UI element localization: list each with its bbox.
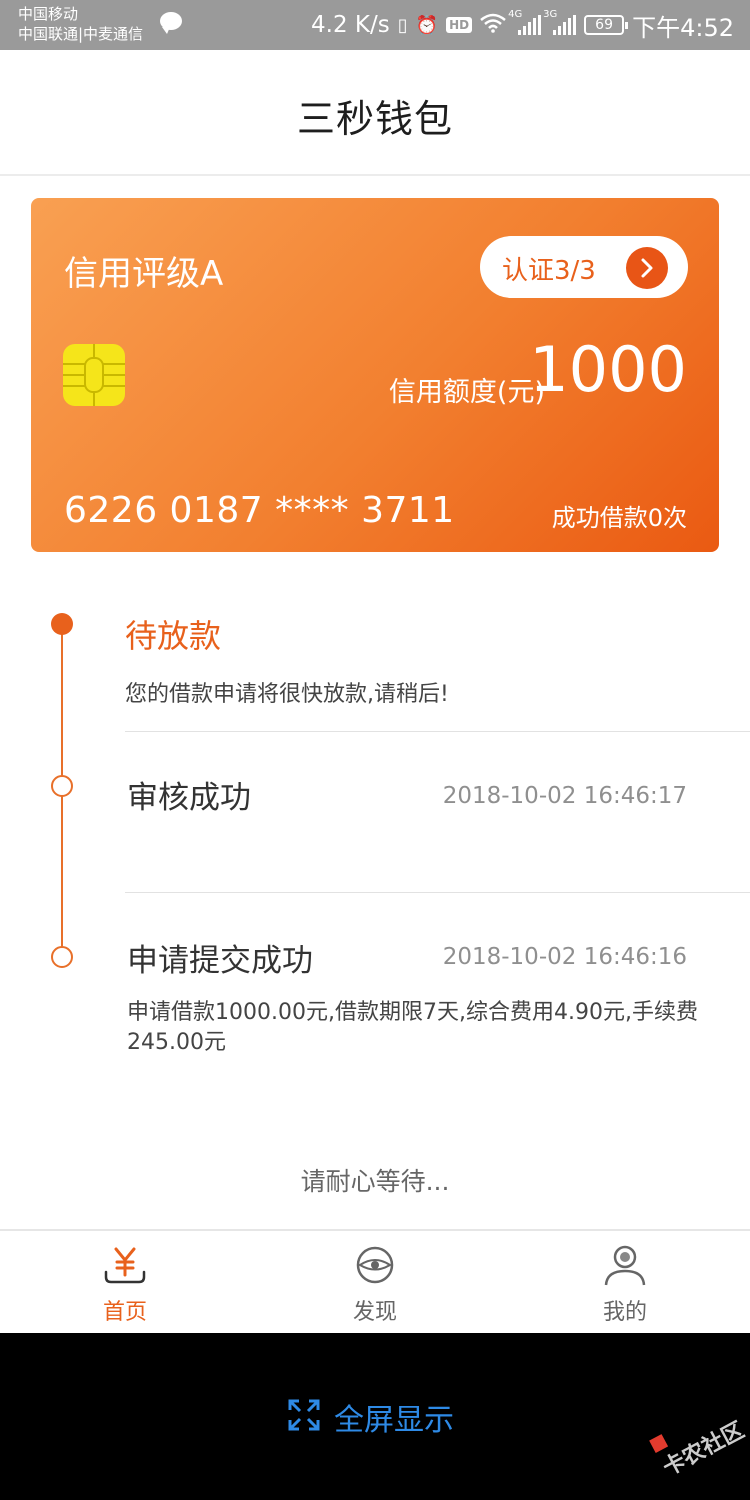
tab-home[interactable]: 首页 xyxy=(0,1231,250,1335)
status-pending-title: 待放款 xyxy=(125,617,222,655)
eye-icon xyxy=(354,1245,396,1291)
status-submitted-time: 2018-10-02 16:46:16 xyxy=(442,944,687,970)
fullscreen-label: 全屏显示 xyxy=(334,1403,454,1438)
timeline-dot xyxy=(51,775,73,797)
status-submitted-desc: 申请借款1000.00元,借款期限7天,综合费用4.90元,手续费245.00元 xyxy=(127,1000,698,1055)
fullscreen-button[interactable]: 全屏显示 xyxy=(288,1399,454,1438)
user-icon xyxy=(604,1245,646,1291)
watermark-logo-icon xyxy=(648,1433,668,1453)
chevron-right-icon xyxy=(626,247,668,289)
tab-mine-label: 我的 xyxy=(602,1300,647,1325)
carrier-info: 中国移动 中国联通|中麦通信 xyxy=(18,4,143,44)
tab-discover-label: 发现 xyxy=(352,1300,397,1325)
network-type-1: 4G xyxy=(508,9,523,20)
page-title: 三秒钱包 xyxy=(296,97,453,141)
vibrate-icon: ▯ xyxy=(397,14,408,36)
tab-home-label: 首页 xyxy=(102,1300,147,1325)
credit-limit-label: 信用额度(元) xyxy=(388,377,545,408)
signal-3g-icon: 3G xyxy=(543,9,577,35)
tab-discover[interactable]: 发现 xyxy=(250,1231,500,1335)
status-bar: 中国移动 中国联通|中麦通信 4.2 K/s ▯ ⏰ HD 4G 3G 69 下… xyxy=(0,0,750,50)
wifi-icon xyxy=(480,13,506,38)
alarm-icon: ⏰ xyxy=(415,14,439,36)
bottom-tab-bar: 首页 发现 我的 xyxy=(0,1229,750,1333)
divider xyxy=(125,731,750,732)
auth-status-label: 认证3/3 xyxy=(502,256,596,286)
app-header: 三秒钱包 xyxy=(0,50,750,176)
carrier-2: 中国联通|中麦通信 xyxy=(18,25,144,43)
status-approved-title: 审核成功 xyxy=(127,780,251,816)
network-speed: 4.2 K/s xyxy=(311,12,390,38)
timeline-dot-active xyxy=(51,613,73,635)
wait-message: 请耐心等待... xyxy=(300,1167,450,1196)
status-time: 下午4:52 xyxy=(632,13,734,42)
status-approved-time: 2018-10-02 16:46:17 xyxy=(442,783,687,809)
credit-limit-value: 1000 xyxy=(529,333,687,406)
yen-wallet-icon xyxy=(104,1245,146,1291)
carrier-1: 中国移动 xyxy=(18,5,79,23)
system-nav-area: 全屏显示 卡农社区 xyxy=(0,1333,750,1500)
credit-card: 信用评级A 认证3/3 信用额度(元) 1000 6226 0187 **** … xyxy=(31,198,719,552)
status-submitted-title: 申请提交成功 xyxy=(127,943,313,979)
message-notification-icon xyxy=(160,12,182,34)
expand-icon xyxy=(288,1399,320,1435)
watermark: 卡农社区 xyxy=(647,1391,750,1481)
timeline-dot xyxy=(51,946,73,968)
tab-mine[interactable]: 我的 xyxy=(500,1231,750,1335)
battery-icon: 69 xyxy=(584,15,629,35)
hd-icon: HD xyxy=(446,17,473,33)
credit-rating: 信用评级A xyxy=(64,254,224,294)
loan-count: 成功借款0次 xyxy=(551,504,687,532)
card-number: 6226 0187 **** 3711 xyxy=(64,490,455,531)
card-chip-icon xyxy=(63,344,125,406)
status-pending-desc: 您的借款申请将很快放款,请稍后! xyxy=(125,682,449,707)
signal-4g-icon: 4G xyxy=(508,9,542,35)
watermark-label: 卡农社区 xyxy=(659,1417,749,1482)
network-type-2: 3G xyxy=(543,9,558,20)
auth-status-button[interactable]: 认证3/3 xyxy=(480,236,688,298)
divider xyxy=(125,892,750,893)
